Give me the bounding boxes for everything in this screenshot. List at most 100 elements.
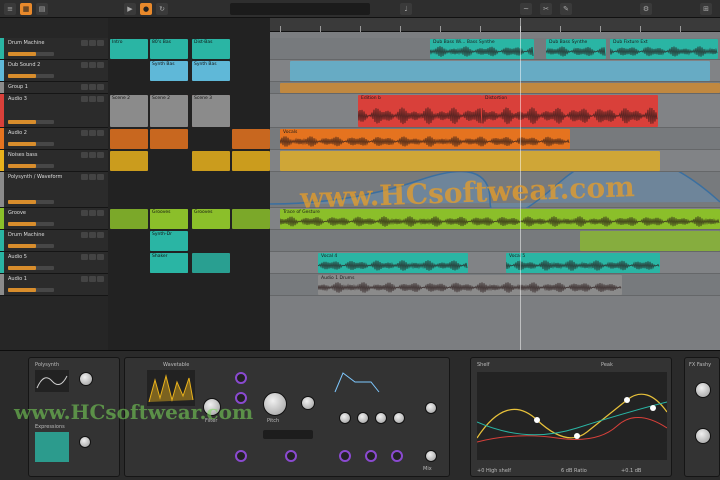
mute-button[interactable] [81, 62, 88, 68]
solo-button[interactable] [89, 210, 96, 216]
env-knob[interactable] [235, 372, 247, 384]
metronome-icon[interactable]: ♩ [400, 3, 412, 15]
arm-button[interactable] [97, 210, 104, 216]
volume-fader[interactable] [8, 266, 54, 270]
arm-button[interactable] [97, 254, 104, 260]
noise-knob[interactable] [235, 450, 247, 462]
launcher-clip[interactable]: Grooves [150, 209, 188, 229]
sustain-knob[interactable] [375, 412, 387, 424]
settings-icon[interactable]: ⚙ [640, 3, 652, 15]
solo-button[interactable] [89, 84, 96, 90]
launcher-clip-slot[interactable] [192, 151, 230, 171]
launcher-clip[interactable]: Synth Bas [150, 61, 188, 81]
track-header[interactable]: Drum Machine [0, 230, 108, 252]
mute-button[interactable] [81, 84, 88, 90]
mute-button[interactable] [81, 96, 88, 102]
decay-knob[interactable] [357, 412, 369, 424]
eq-curve-display[interactable] [477, 372, 667, 460]
mute-button[interactable] [81, 232, 88, 238]
arm-button[interactable] [97, 96, 104, 102]
automation-curve[interactable] [270, 172, 720, 208]
launcher-clip-slot[interactable] [110, 151, 148, 171]
launcher-clip-slot[interactable] [110, 209, 148, 229]
arranger-clip-block[interactable] [290, 61, 710, 81]
track-header[interactable]: Drum Machine [0, 38, 108, 60]
solo-button[interactable] [89, 232, 96, 238]
launcher-clip[interactable]: Dist-Bas [192, 39, 230, 59]
launcher-clip[interactable]: Grooves [192, 209, 230, 229]
arranger-clip[interactable]: Audio 1 Drums [318, 275, 622, 295]
volume-fader[interactable] [8, 142, 54, 146]
output-knob[interactable] [425, 450, 437, 462]
release-knob[interactable] [393, 412, 405, 424]
arm-button[interactable] [97, 40, 104, 46]
mix-knob[interactable] [425, 402, 437, 414]
track-header[interactable]: Dub Sound 2 [0, 60, 108, 82]
oscillator-knob[interactable] [79, 372, 93, 386]
arranger-clip[interactable]: Edition b [358, 95, 482, 127]
launcher-clip[interactable]: Intro [110, 39, 148, 59]
record-icon[interactable]: ● [140, 3, 152, 15]
fx-knob-2[interactable] [695, 428, 711, 444]
track-buttons[interactable] [80, 96, 104, 104]
solo-button[interactable] [89, 96, 96, 102]
arranger-clip[interactable]: Vocals [280, 129, 570, 149]
arranger-clip-block[interactable] [580, 231, 720, 251]
solo-button[interactable] [89, 62, 96, 68]
solo-button[interactable] [89, 174, 96, 180]
track-buttons[interactable] [80, 152, 104, 160]
track-buttons[interactable] [80, 62, 104, 70]
mute-button[interactable] [81, 210, 88, 216]
loop-icon[interactable]: ↻ [156, 3, 168, 15]
arranger-clip[interactable]: Trace of Gesture [280, 209, 720, 229]
solo-button[interactable] [89, 152, 96, 158]
track-header[interactable]: Polysynth / Waveform [0, 172, 108, 208]
automation-icon[interactable]: ~ [520, 3, 532, 15]
launcher-clip[interactable]: Synth Bas [192, 61, 230, 81]
volume-fader[interactable] [8, 222, 54, 226]
track-buttons[interactable] [80, 254, 104, 262]
launcher-clip[interactable]: Scene 2 [150, 95, 188, 127]
arranger-clip[interactable]: Distortion [482, 95, 658, 127]
play-icon[interactable]: ▶ [124, 3, 136, 15]
mod-knob-1[interactable] [339, 450, 351, 462]
arranger-clip[interactable]: Vocal 5 [506, 253, 660, 273]
arm-button[interactable] [97, 276, 104, 282]
volume-fader[interactable] [8, 244, 54, 248]
main-pitch-knob[interactable] [263, 392, 287, 416]
mute-button[interactable] [81, 130, 88, 136]
arranger-clip[interactable]: Dub Bass Synthe [546, 39, 606, 59]
mod-knob-2[interactable] [365, 450, 377, 462]
arm-button[interactable] [97, 62, 104, 68]
launcher-clip-slot[interactable] [110, 129, 148, 149]
mute-button[interactable] [81, 40, 88, 46]
solo-button[interactable] [89, 130, 96, 136]
arm-button[interactable] [97, 232, 104, 238]
mute-button[interactable] [81, 152, 88, 158]
track-buttons[interactable] [80, 232, 104, 240]
launcher-clip[interactable]: Scene 2 [110, 95, 148, 127]
launcher-clip[interactable]: 80's Bas [150, 39, 188, 59]
track-header[interactable]: Audio 1 [0, 274, 108, 296]
volume-fader[interactable] [8, 52, 54, 56]
mute-button[interactable] [81, 276, 88, 282]
pencil-icon[interactable]: ✎ [560, 3, 572, 15]
launcher-clip[interactable]: Scene 3 [192, 95, 230, 127]
volume-fader[interactable] [8, 74, 54, 78]
filter-knob[interactable] [203, 398, 221, 416]
preset-select[interactable] [263, 430, 313, 439]
menu-icon[interactable]: ≡ [4, 3, 16, 15]
track-buttons[interactable] [80, 276, 104, 284]
timeline-ruler[interactable] [270, 18, 720, 32]
launcher-clip-slot[interactable] [150, 129, 188, 149]
fine-tune-knob[interactable] [285, 450, 297, 462]
volume-fader[interactable] [8, 120, 54, 124]
launcher-clip-slot[interactable] [232, 209, 270, 229]
launcher-clip-slot[interactable] [192, 253, 230, 273]
arranger-clip[interactable]: Dub Bass Wi... Bass Synthe [430, 39, 534, 59]
volume-fader[interactable] [8, 164, 54, 168]
track-header[interactable]: Groove [0, 208, 108, 230]
solo-button[interactable] [89, 276, 96, 282]
mute-button[interactable] [81, 254, 88, 260]
playhead[interactable] [520, 18, 521, 350]
